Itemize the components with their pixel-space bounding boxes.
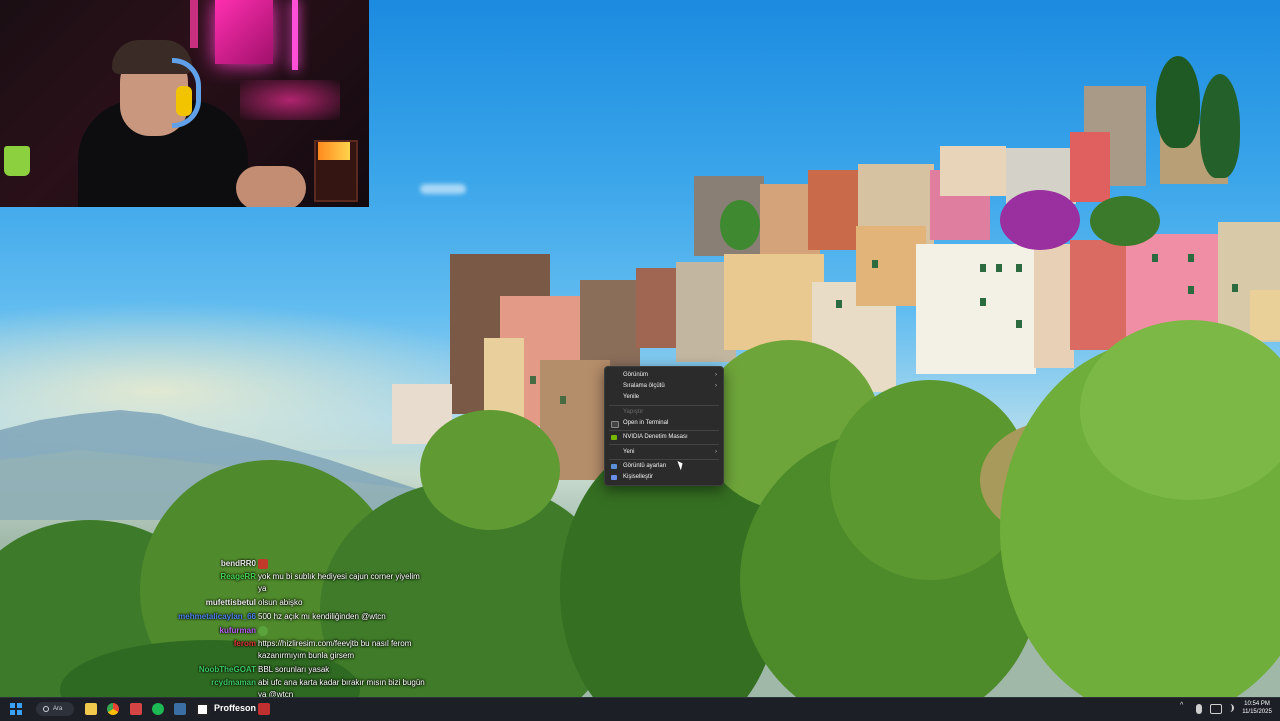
chat-text: ya bbox=[258, 584, 267, 593]
file-explorer-icon[interactable] bbox=[85, 703, 97, 715]
taskbar: Ara Proffeson ^ 10:54 PM 11/15/2025 bbox=[0, 697, 1280, 721]
menu-item-label: Yeni bbox=[623, 449, 635, 455]
taskbar-search[interactable]: Ara bbox=[36, 702, 74, 716]
green-mug bbox=[4, 146, 30, 176]
search-label: Ara bbox=[53, 706, 63, 712]
menu-item-open-terminal[interactable]: Open in Terminal bbox=[605, 418, 723, 429]
steam-icon[interactable] bbox=[174, 703, 186, 715]
chrome-icon[interactable] bbox=[107, 703, 119, 715]
nvidia-icon bbox=[611, 435, 617, 440]
menu-item-personalize[interactable]: Kişiselleştir bbox=[605, 472, 723, 483]
chat-username: kufurman bbox=[219, 626, 256, 635]
shelf-glow bbox=[240, 80, 340, 120]
chat-username: mehmetalicaylan_66 bbox=[178, 612, 256, 621]
notion-icon[interactable] bbox=[196, 703, 209, 716]
chevron-right-icon: › bbox=[715, 449, 717, 455]
chat-text: yok mu bi sublık hediyesi cajun corner y… bbox=[258, 572, 420, 581]
menu-item-sort-by[interactable]: Sıralama ölçütü › bbox=[605, 381, 723, 392]
taskbar-clock[interactable]: 10:54 PM 11/15/2025 bbox=[1240, 700, 1274, 716]
menu-item-paste: Yapıştır bbox=[605, 407, 723, 418]
cypress-tree bbox=[1200, 74, 1240, 178]
headphone-cup bbox=[176, 86, 192, 116]
chevron-right-icon: › bbox=[715, 383, 717, 389]
taskbar-app-label[interactable]: Proffeson bbox=[214, 703, 256, 713]
calendar-app-icon[interactable] bbox=[130, 703, 142, 715]
chat-text: 500 hz açık mı kendiliğinden @wtcn bbox=[258, 612, 386, 621]
terminal-icon bbox=[611, 421, 619, 428]
neon-light bbox=[190, 0, 198, 48]
chat-text: kazanırmıyım bunla girsem bbox=[258, 651, 355, 660]
cypress-tree bbox=[1156, 56, 1200, 148]
menu-item-view[interactable]: Görünüm › bbox=[605, 370, 723, 381]
display-settings-icon bbox=[611, 464, 617, 469]
search-icon bbox=[43, 706, 49, 712]
menu-item-label: Open in Terminal bbox=[623, 420, 669, 426]
chat-username: ReageRR bbox=[220, 572, 256, 581]
start-icon[interactable] bbox=[10, 703, 22, 715]
chat-text: BBL sorunları yasak bbox=[258, 665, 330, 674]
menu-separator bbox=[609, 405, 719, 406]
neon-sign bbox=[215, 0, 273, 64]
menu-separator bbox=[609, 430, 719, 431]
menu-separator bbox=[609, 459, 719, 460]
chat-username: bendRR0 bbox=[220, 559, 256, 568]
chevron-right-icon: › bbox=[715, 372, 717, 378]
menu-item-label: Yapıştır bbox=[623, 409, 644, 415]
menu-item-label: Görüntü ayarları bbox=[623, 463, 667, 469]
desktop-context-menu: Görünüm › Sıralama ölçütü › Yenile Yapış… bbox=[604, 366, 724, 486]
chat-text: olsun abişko bbox=[258, 598, 303, 607]
chat-text bbox=[258, 558, 268, 570]
chat-text bbox=[258, 625, 268, 637]
chat-username: ferom bbox=[233, 639, 256, 648]
volume-icon[interactable] bbox=[1224, 704, 1234, 712]
network-icon[interactable] bbox=[1210, 704, 1222, 714]
emote-icon bbox=[258, 558, 268, 569]
neon-light bbox=[292, 0, 298, 70]
app-icon[interactable] bbox=[258, 703, 270, 715]
menu-separator bbox=[609, 444, 719, 445]
spotify-icon[interactable] bbox=[152, 703, 164, 715]
personalize-icon bbox=[611, 475, 617, 480]
menu-item-new[interactable]: Yeni › bbox=[605, 447, 723, 458]
streamer-arm bbox=[236, 166, 306, 207]
webcam-overlay bbox=[0, 0, 369, 207]
chat-username: NoobTheGOAT bbox=[198, 665, 256, 674]
microphone-icon[interactable] bbox=[1196, 704, 1202, 714]
menu-item-refresh[interactable]: Yenile bbox=[605, 392, 723, 403]
menu-item-label: Kişiselleştir bbox=[623, 474, 654, 480]
menu-item-display-settings[interactable]: Görüntü ayarları bbox=[605, 461, 723, 472]
menu-item-label: Sıralama ölçütü bbox=[623, 383, 665, 389]
wallpaper-cloud bbox=[420, 184, 466, 194]
chat-text: abi ufc ana karta kadar bırakır mısın bi… bbox=[258, 678, 425, 687]
menu-item-label: NVIDIA Denetim Masası bbox=[623, 434, 688, 440]
chat-text: https://hizliresim.com/feevjtb bu nasıl … bbox=[258, 639, 412, 648]
clock-time: 10:54 PM bbox=[1244, 701, 1270, 707]
menu-item-nvidia-control-panel[interactable]: NVIDIA Denetim Masası bbox=[605, 432, 723, 443]
menu-item-label: Yenile bbox=[623, 394, 640, 400]
chat-username: mufettisbetul bbox=[205, 598, 256, 607]
tray-expand-icon[interactable]: ^ bbox=[1180, 702, 1183, 709]
menu-item-label: Görünüm bbox=[623, 372, 649, 378]
chat-username: rcydmaman bbox=[211, 678, 256, 687]
background-monitor-screen bbox=[318, 142, 350, 160]
emote-icon bbox=[258, 625, 268, 636]
clock-date: 11/15/2025 bbox=[1242, 709, 1272, 715]
